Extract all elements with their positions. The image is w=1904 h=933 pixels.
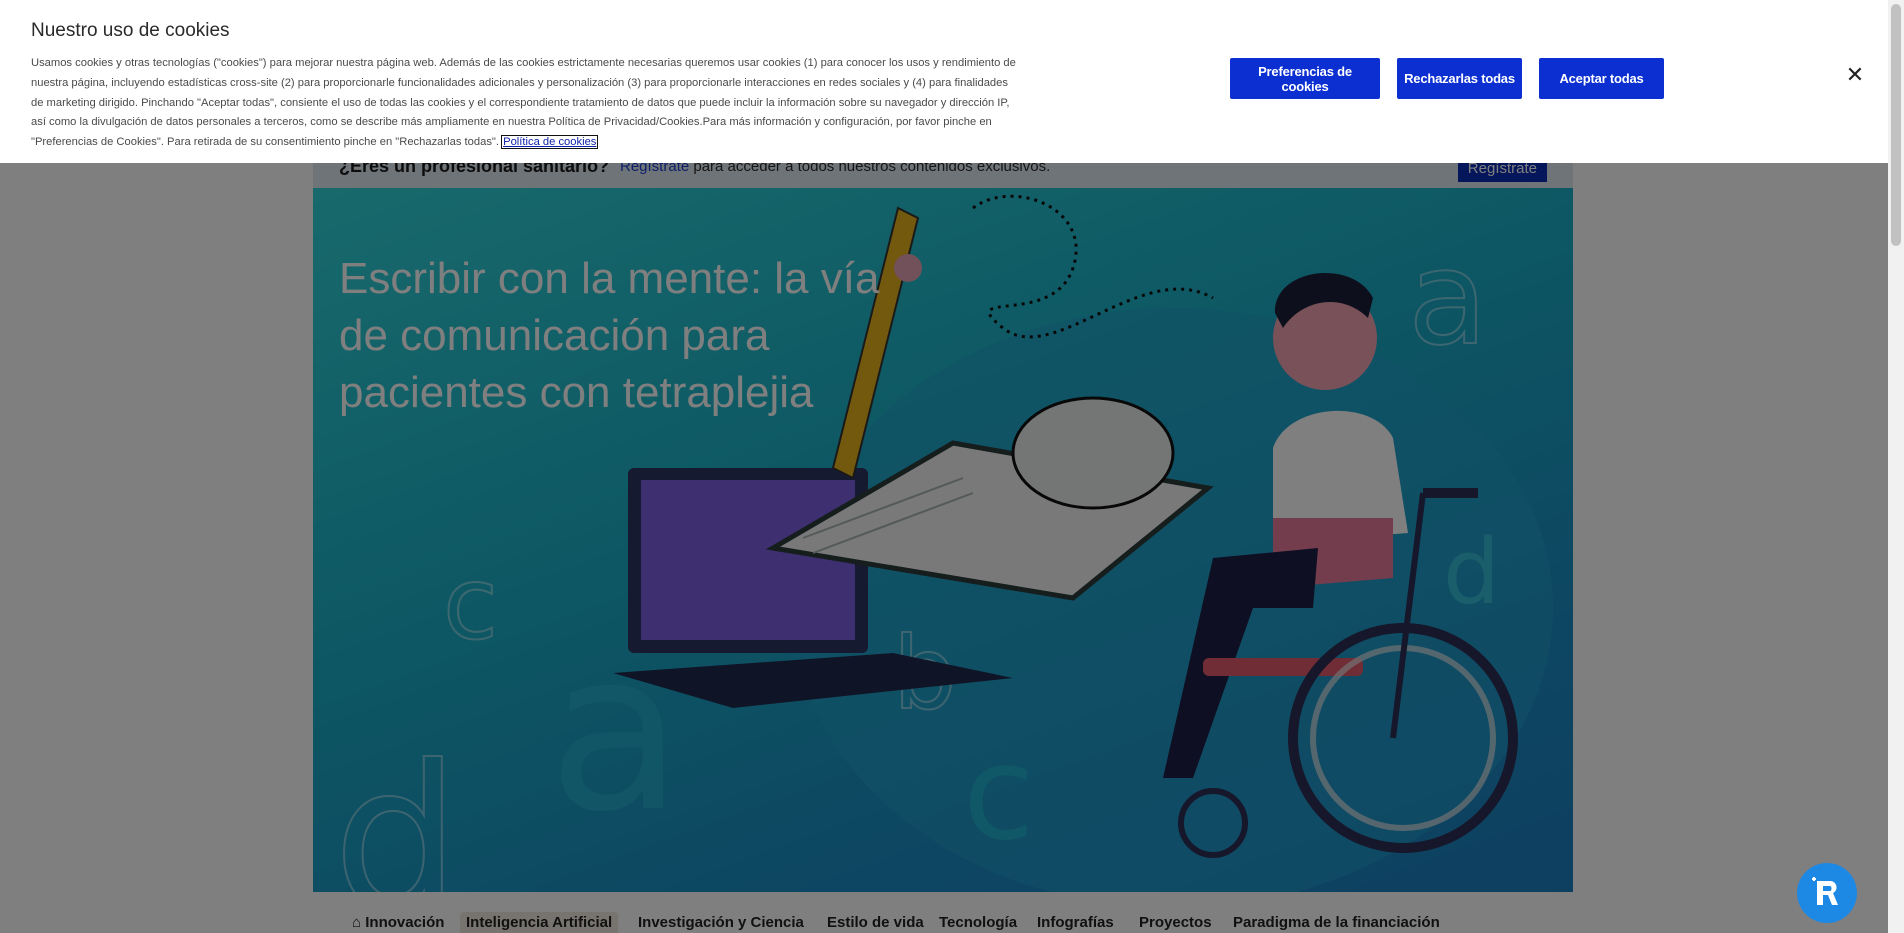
scrollbar-thumb[interactable] [1891, 4, 1901, 246]
accessibility-fab[interactable] [1797, 863, 1857, 923]
cookie-description: Usamos cookies y otras tecnologías ("coo… [31, 54, 1021, 153]
close-icon[interactable]: ✕ [1844, 64, 1866, 86]
assistant-icon [1812, 877, 1838, 905]
cookie-text-body: Usamos cookies y otras tecnologías ("coo… [31, 57, 1016, 149]
cookie-consent-banner: Nuestro uso de cookies Usamos cookies y … [0, 0, 1888, 163]
reject-all-button[interactable]: Rechazarlas todas [1397, 58, 1522, 99]
cookie-preferences-button[interactable]: Preferencias de cookies [1230, 58, 1380, 99]
accept-all-button[interactable]: Aceptar todas [1539, 58, 1664, 99]
cookie-policy-link[interactable]: Política de cookies [501, 135, 599, 150]
scrollbar[interactable] [1888, 0, 1904, 933]
cookie-title: Nuestro uso de cookies [31, 20, 230, 41]
